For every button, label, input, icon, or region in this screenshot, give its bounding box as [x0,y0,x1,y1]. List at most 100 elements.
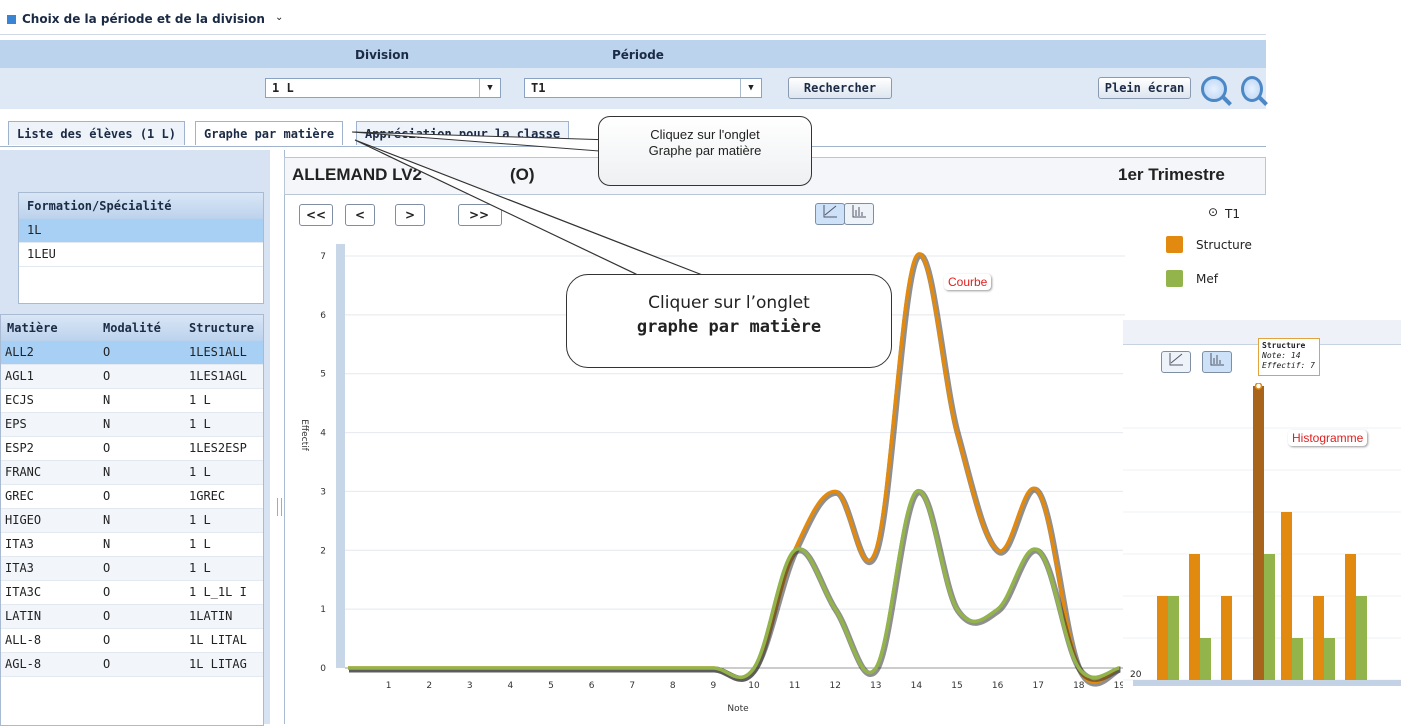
cell-structure: 1L LITAL [189,633,247,647]
zoom-in-icon[interactable] [1201,76,1227,102]
table-row[interactable]: AGL-8 O 1L LITAG [1,653,263,677]
chart-subject-title: ALLEMAND LV2 [292,165,423,184]
division-select[interactable]: 1 L ▼ [265,78,501,98]
legend-mef-swatch[interactable] [1166,270,1183,287]
dropdown-arrow-icon[interactable]: ▼ [740,79,761,97]
histogramme-label: Histogramme [1288,430,1368,446]
tab-graph-by-subject[interactable]: Graphe par matière [195,121,344,145]
series-line-mef [347,489,1120,680]
highlight-marker [1254,383,1263,390]
nav-next-button[interactable]: > [395,204,425,226]
division-label: Division [355,48,410,62]
inset-bar-chart-toggle[interactable] [1202,351,1232,373]
cell-matiere: ALL2 [5,345,34,359]
legend-structure-swatch[interactable] [1166,236,1183,253]
x-tick-label: 18 [1073,681,1085,691]
cell-matiere: ALL-8 [5,633,42,647]
histogram-bar-mef [1200,638,1211,680]
period-radio[interactable]: ⊙ [1208,205,1218,219]
x-tick-label: 9 [711,681,717,691]
x-axis-band [1133,680,1401,686]
y-tick-label: 4 [320,429,326,439]
formation-header: Formation/Spécialité [19,193,263,219]
table-row[interactable]: ALL2 O 1LES1ALL [1,341,263,365]
splitter-handle[interactable] [277,498,282,516]
zoom-out-icon[interactable] [1241,76,1263,102]
table-row[interactable]: ITA3C O 1 L_1L I [1,581,263,605]
histogram-bar-structure [1345,554,1356,680]
inset-line-chart-toggle[interactable] [1161,351,1191,373]
tab-class-appraisal[interactable]: Appréciation pour la classe [356,121,570,145]
y-axis-band [336,244,345,668]
cell-structure: 1GREC [189,489,226,503]
histogram-bar-structure [1313,596,1324,680]
x-tick-label: 7 [629,681,635,691]
histogram-bar-structure [1253,386,1264,680]
cell-matiere: EPS [5,417,27,431]
x-tick-label: 8 [670,681,676,691]
page-header: Choix de la période et de la division ⌄ [0,0,1266,35]
window-icon [7,15,16,24]
table-row[interactable]: AGL1 O 1LES1AGL [1,365,263,389]
tooltip-title: Structure [1262,341,1306,350]
cell-matiere: AGL-8 [5,657,42,671]
cell-modalite: N [103,393,111,407]
periode-select[interactable]: T1 ▼ [524,78,762,98]
cell-matiere: ESP2 [5,441,34,455]
nav-last-button[interactable]: >> [458,204,502,226]
bar-chart-toggle[interactable] [844,203,874,225]
cell-structure: 1LATIN [189,609,233,623]
x-tick-label: 4 [508,681,514,691]
bar-tooltip: Structure Note: 14 Effectif: 7 [1258,338,1320,376]
table-row[interactable]: ALL-8 O 1L LITAL [1,629,263,653]
column-header-matiere[interactable]: Matière [7,315,58,341]
tab-student-list[interactable]: Liste des élèves (1 L) [8,121,185,145]
period-radio-label: T1 [1225,207,1240,221]
cell-matiere: ITA3C [5,585,42,599]
table-row[interactable]: HIGEO N 1 L [1,509,263,533]
x-tick-label: 15 [951,681,962,691]
table-row[interactable]: LATIN O 1LATIN [1,605,263,629]
formation-item[interactable]: 1LEU [19,243,263,267]
formation-item[interactable]: 1L [19,219,263,243]
table-row[interactable]: EPS N 1 L [1,413,263,437]
column-header-modalite[interactable]: Modalité [103,315,161,341]
bar-chart-icon [852,205,866,218]
dropdown-arrow-icon[interactable]: ▼ [479,79,500,97]
search-button[interactable]: Rechercher [788,77,892,99]
table-row[interactable]: FRANC N 1 L [1,461,263,485]
fullscreen-button[interactable]: Plein écran [1098,77,1191,99]
cell-modalite: N [103,513,111,527]
line-chart-toggle[interactable] [815,203,845,225]
column-header-structure[interactable]: Structure [189,315,254,341]
formation-grid: Formation/Spécialité 1L 1LEU [18,192,264,304]
x-tick-label: 1 [386,681,392,691]
cell-structure: 1LES1ALL [189,345,247,359]
x-tick-label: 2 [426,681,432,691]
chevron-down-icon[interactable]: ⌄ [275,12,283,23]
table-row[interactable]: ESP2 O 1LES2ESP [1,437,263,461]
y-tick-label: 2 [320,546,326,556]
cell-structure: 1 L [189,393,211,407]
cell-structure: 1 L [189,513,211,527]
table-row[interactable]: ITA3 N 1 L [1,533,263,557]
y-tick-label: 3 [320,487,326,497]
table-row[interactable]: ITA3 O 1 L [1,557,263,581]
cell-structure: 1 L [189,537,211,551]
histogram-bar-mef [1264,554,1275,680]
histogram-bar-mef [1356,596,1367,680]
x-tick-label: 11 [789,681,800,691]
subjects-rows: ALL2 O 1LES1ALL AGL1 O 1LES1AGL ECJS N 1 L EPS N 1 … [1,341,263,677]
cell-structure: 1 L_1L I [189,585,247,599]
cell-modalite: O [103,657,111,671]
chart-modality: (O) [510,165,535,184]
table-row[interactable]: GREC O 1GREC [1,485,263,509]
x-tick-label: 17 [1032,681,1043,691]
nav-prev-button[interactable]: < [345,204,375,226]
cell-structure: 1L LITAG [189,657,247,671]
cell-modalite: O [103,561,111,575]
nav-first-button[interactable]: << [299,204,333,226]
y-axis-label: Effectif [299,419,309,451]
table-row[interactable]: ECJS N 1 L [1,389,263,413]
y-tick-label: 5 [320,370,326,380]
